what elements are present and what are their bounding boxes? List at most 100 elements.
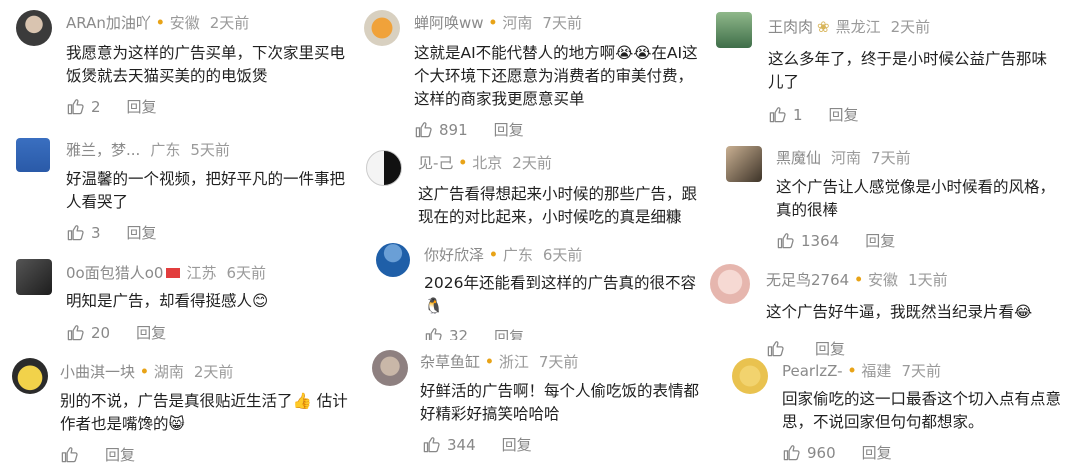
- username[interactable]: 黑魔仙: [776, 147, 821, 168]
- comment-text: 明知是广告，却看得挺感人😊: [66, 290, 366, 313]
- reply-button[interactable]: 回复: [127, 222, 157, 243]
- avatar[interactable]: [366, 150, 402, 186]
- username[interactable]: 杂草鱼缸: [420, 351, 480, 372]
- fan-badge-icon: ꔷ: [855, 271, 863, 288]
- comment-text: 别的不说，广告是真很贴近生活了👍 估计 作者也是嘴馋的😸: [60, 390, 360, 436]
- text-line: 这广告看得想起来小时候的那些广告，跟: [418, 185, 698, 203]
- like-button[interactable]: 20: [66, 323, 110, 342]
- username[interactable]: 王肉肉: [768, 16, 813, 37]
- reply-button[interactable]: 回复: [865, 230, 895, 251]
- avatar[interactable]: [16, 138, 50, 172]
- avatar[interactable]: [726, 146, 762, 182]
- reply-button[interactable]: 回复: [494, 326, 524, 340]
- username[interactable]: ARAn加油吖: [66, 12, 151, 33]
- username[interactable]: 小曲淇一块: [60, 361, 135, 382]
- fan-badge-icon: ❀: [817, 17, 830, 36]
- comment-text: 这广告看得想起来小时候的那些广告，跟 现在的对比起来，小时候吃的真是细糠: [418, 183, 718, 229]
- comment-text: 这个广告好牛逼，我既然当纪录片看😂: [766, 301, 1076, 324]
- avatar[interactable]: [16, 10, 52, 46]
- like-button[interactable]: 891: [414, 120, 468, 139]
- avatar[interactable]: [372, 350, 408, 386]
- username[interactable]: PearlzZ-: [782, 362, 843, 380]
- like-count: 20: [91, 323, 111, 342]
- timestamp: 1天前: [908, 271, 948, 289]
- like-count: 1: [793, 105, 803, 124]
- avatar[interactable]: [16, 259, 52, 295]
- text-line: 作者也是嘴馋的😸: [60, 415, 185, 433]
- like-button[interactable]: 344: [422, 435, 476, 454]
- avatar[interactable]: [716, 12, 752, 48]
- timestamp: 6天前: [226, 264, 267, 282]
- region: 安徽: [868, 271, 899, 289]
- text-line: 现在的对比起来，小时候吃的真是细糠: [418, 208, 682, 226]
- like-button[interactable]: 32: [424, 326, 468, 340]
- reply-button[interactable]: 回复: [502, 434, 532, 455]
- text-line: 回家偷吃的这一口最香这个切入点有点意: [782, 390, 1062, 408]
- username[interactable]: 见-己: [418, 152, 453, 173]
- like-button[interactable]: 3: [66, 223, 101, 242]
- thumbs-up-icon: [67, 225, 84, 241]
- region: 河南: [831, 149, 862, 167]
- reply-button[interactable]: 回复: [494, 119, 524, 140]
- reply-button[interactable]: 回复: [127, 96, 157, 117]
- username[interactable]: 雅兰，梦...: [66, 139, 140, 160]
- timestamp: 5天前: [190, 141, 230, 159]
- text-line: 好鲜活的广告啊！每个人偷吃饭的表情都: [420, 382, 700, 400]
- like-button[interactable]: 960: [782, 443, 836, 462]
- reply-button[interactable]: 回复: [815, 338, 845, 359]
- comment-text: 回家偷吃的这一口最香这个切入点有点意 思，不说回家但句句都想家。: [782, 388, 1072, 434]
- timestamp: 2天前: [512, 154, 552, 172]
- username[interactable]: 蝉阿唤ww: [414, 12, 484, 33]
- fan-badge-icon: ꔷ: [489, 14, 497, 31]
- like-button[interactable]: [60, 445, 79, 464]
- fan-badge-icon: ꔷ: [486, 353, 493, 370]
- reply-button[interactable]: 回复: [136, 322, 166, 343]
- avatar[interactable]: [376, 243, 410, 277]
- username[interactable]: 无足鸟2764: [766, 269, 849, 290]
- reply-button[interactable]: 回复: [105, 444, 135, 465]
- region: 广东: [150, 141, 181, 159]
- region: 安徽: [169, 14, 200, 32]
- timestamp: 7天前: [538, 353, 579, 371]
- timestamp: 7天前: [871, 149, 911, 167]
- text-line: 好温馨的一个视频，把好平凡的一件事把: [66, 170, 346, 188]
- reply-button[interactable]: 回复: [862, 442, 892, 463]
- comment-text: 2026年还能看到这样的广告真的很不容易 🐧: [424, 272, 696, 318]
- avatar[interactable]: [710, 264, 750, 304]
- text-line: 个大环境下还愿意为消费者的审美付费，: [414, 67, 694, 85]
- like-button[interactable]: 2: [66, 97, 101, 116]
- comment-text: 这个广告让人感觉像是小时候看的风格， 真的很棒: [776, 176, 1066, 222]
- like-count: 2: [91, 97, 101, 116]
- username[interactable]: 你好欣泽: [424, 244, 484, 265]
- timestamp: 7天前: [542, 14, 582, 32]
- thumbs-up-icon: [777, 233, 794, 249]
- like-button[interactable]: 1: [768, 105, 803, 124]
- like-count: 960: [807, 443, 836, 462]
- avatar[interactable]: [12, 358, 48, 394]
- reply-button[interactable]: 回复: [829, 104, 859, 125]
- thumbs-up-icon: [415, 122, 432, 138]
- like-count: 891: [439, 120, 468, 139]
- thumbs-up-icon: [425, 328, 442, 340]
- avatar[interactable]: [364, 10, 400, 46]
- fan-badge-icon: ꔷ: [459, 154, 467, 171]
- flag-icon: [166, 267, 181, 278]
- like-count: 3: [91, 223, 101, 242]
- fan-badge-icon: ꔷ: [490, 246, 497, 263]
- like-count: 344: [447, 435, 476, 454]
- fan-badge-icon: ꔷ: [848, 362, 856, 379]
- region: 福建: [861, 362, 892, 380]
- username[interactable]: 0o面包猎人o0: [66, 262, 163, 283]
- like-button[interactable]: 1364: [776, 231, 839, 250]
- timestamp: 6天前: [542, 246, 583, 264]
- region: 江苏: [186, 264, 217, 282]
- timestamp: 2天前: [209, 14, 250, 32]
- like-button[interactable]: [766, 339, 785, 358]
- thumbs-up-icon: [61, 447, 78, 463]
- timestamp: 2天前: [890, 18, 931, 36]
- thumbs-up-icon: [783, 445, 800, 461]
- comment-text: 这就是AI不能代替人的地方啊😭😭在AI这 个大环境下还愿意为消费者的审美付费， …: [414, 42, 714, 111]
- like-count: 1364: [801, 231, 840, 250]
- avatar[interactable]: [732, 358, 768, 394]
- region: 广东: [502, 246, 533, 264]
